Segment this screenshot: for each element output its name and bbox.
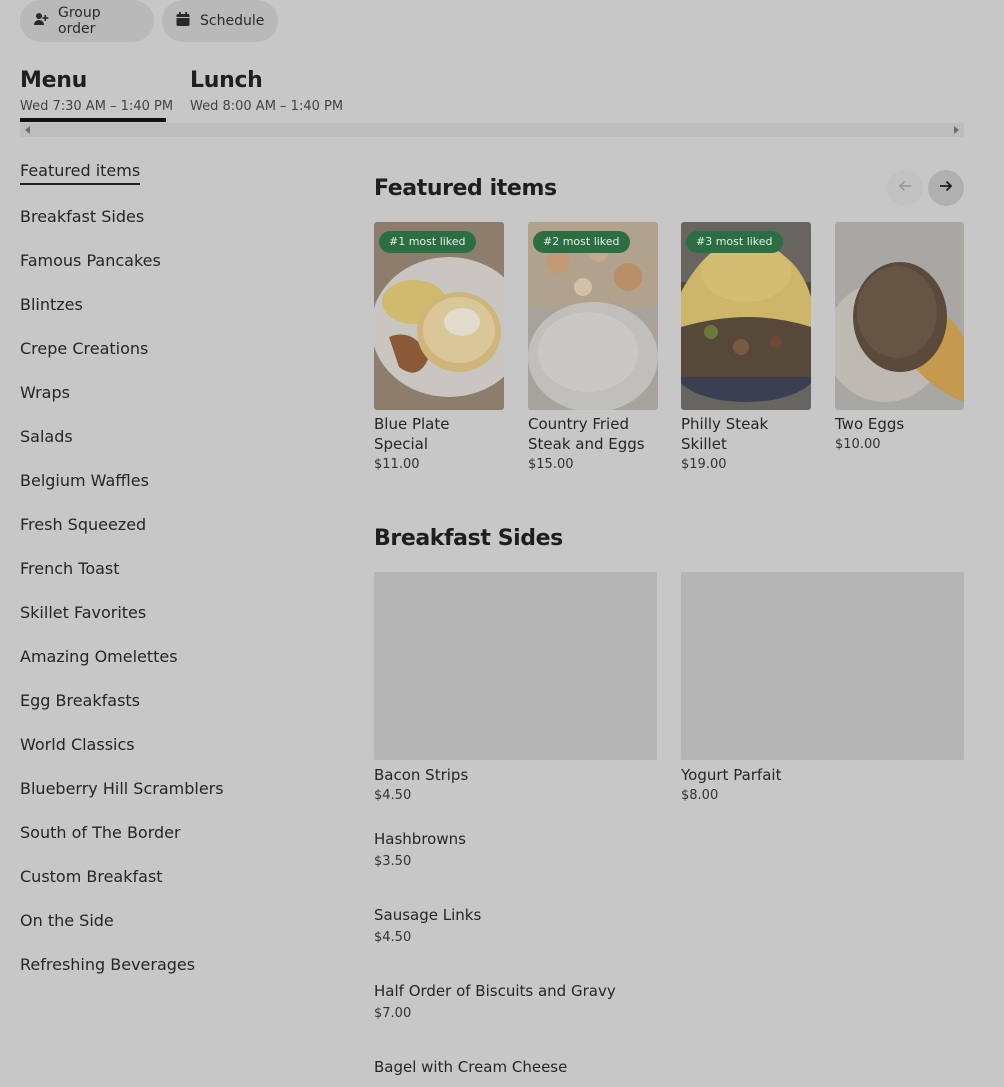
schedule-button[interactable]: Schedule — [162, 0, 278, 42]
item-name: Sausage Links — [374, 906, 482, 924]
most-liked-badge: #3 most liked — [686, 231, 783, 253]
item-name: Half Order of Biscuits and Gravy — [374, 982, 616, 1000]
item-name: Bagel with Cream Cheese — [374, 1058, 568, 1076]
menu-list-item[interactable]: Half Order of Biscuits and Gravy $7.00 — [374, 981, 616, 1021]
scroll-right-icon[interactable] — [954, 126, 959, 134]
item-price: $4.50 — [374, 788, 412, 803]
sidebar-item-egg-breakfasts[interactable]: Egg Breakfasts — [20, 691, 140, 711]
sidebar-item-amazing-omelettes[interactable]: Amazing Omelettes — [20, 647, 178, 667]
breakfast-sides-heading: Breakfast Sides — [374, 526, 563, 551]
arrow-right-icon — [938, 178, 954, 198]
featured-card[interactable]: #1 most liked Blue Plate Special $11.00 — [374, 222, 504, 472]
item-name: Yogurt Parfait — [681, 766, 782, 784]
carousel-next-button[interactable] — [928, 170, 964, 206]
food-image — [835, 222, 964, 410]
menu-item-tile[interactable]: Bacon Strips $4.50 — [374, 572, 657, 803]
group-order-button[interactable]: Group order — [20, 0, 154, 42]
person-plus-icon — [33, 11, 49, 31]
item-price: $19.00 — [681, 457, 727, 472]
item-price: $10.00 — [835, 437, 881, 452]
menu-tab-lunch[interactable]: Lunch Wed 8:00 AM – 1:40 PM — [190, 66, 343, 114]
item-price: $7.00 — [374, 1006, 412, 1021]
menu-list-item[interactable]: Sausage Links $4.50 — [374, 905, 481, 945]
calendar-icon — [175, 11, 191, 31]
most-liked-badge: #1 most liked — [379, 231, 476, 253]
sidebar-item-belgium-waffles[interactable]: Belgium Waffles — [20, 471, 149, 491]
sidebar-item-breakfast-sides[interactable]: Breakfast Sides — [20, 207, 144, 227]
sidebar-item-south-of-the-border[interactable]: South of The Border — [20, 823, 181, 843]
food-image: #1 most liked — [374, 222, 504, 410]
scroll-left-icon[interactable] — [25, 126, 30, 134]
food-image: #2 most liked — [528, 222, 658, 410]
sidebar-item-refreshing-beverages[interactable]: Refreshing Beverages — [20, 955, 195, 975]
item-name: Blue Plate Special — [374, 415, 450, 453]
item-price: $8.00 — [681, 788, 719, 803]
item-image-placeholder — [681, 572, 964, 760]
menu-title: Menu — [20, 68, 87, 93]
sidebar-item-world-classics[interactable]: World Classics — [20, 735, 135, 755]
active-tab-indicator — [20, 118, 166, 122]
arrow-left-icon — [897, 178, 913, 198]
menu-item-tile[interactable]: Yogurt Parfait $8.00 — [681, 572, 964, 803]
menu-hours: Wed 7:30 AM – 1:40 PM — [20, 99, 174, 114]
lunch-title: Lunch — [190, 68, 263, 93]
item-name: Bacon Strips — [374, 766, 469, 784]
item-price: $4.50 — [374, 930, 412, 945]
sidebar-item-skillet-favorites[interactable]: Skillet Favorites — [20, 603, 146, 623]
menu-list-item[interactable]: Hashbrowns $3.50 — [374, 829, 466, 869]
sidebar-item-salads[interactable]: Salads — [20, 427, 73, 447]
item-price: $11.00 — [374, 457, 420, 472]
lunch-hours: Wed 8:00 AM – 1:40 PM — [190, 99, 344, 114]
sidebar-item-wraps[interactable]: Wraps — [20, 383, 70, 403]
sidebar-item-blintzes[interactable]: Blintzes — [20, 295, 83, 315]
sidebar-item-crepe-creations[interactable]: Crepe Creations — [20, 339, 148, 359]
sidebar-item-blueberry-hill-scramblers[interactable]: Blueberry Hill Scramblers — [20, 779, 224, 799]
item-name: Philly Steak Skillet — [681, 415, 769, 453]
item-name: Two Eggs — [835, 415, 905, 433]
horizontal-scrollbar[interactable] — [20, 123, 964, 137]
sidebar-item-custom-breakfast[interactable]: Custom Breakfast — [20, 867, 163, 887]
item-name: Country Fried Steak and Eggs — [528, 415, 645, 453]
sidebar-item-featured-items[interactable]: Featured items — [20, 161, 141, 185]
group-order-label: Group order — [58, 5, 101, 37]
featured-card[interactable]: Two Eggs $10.00 — [835, 222, 964, 452]
item-price: $3.50 — [374, 854, 412, 869]
item-name: Hashbrowns — [374, 830, 466, 848]
sidebar-item-french-toast[interactable]: French Toast — [20, 559, 120, 579]
food-image: #3 most liked — [681, 222, 811, 410]
menu-tab-menu[interactable]: Menu Wed 7:30 AM – 1:40 PM — [20, 66, 173, 114]
item-price: $15.00 — [528, 457, 574, 472]
sidebar-item-on-the-side[interactable]: On the Side — [20, 911, 114, 931]
featured-card[interactable]: #2 most liked Country Fried Steak and Eg… — [528, 222, 658, 472]
item-image-placeholder — [374, 572, 657, 760]
menu-list-item[interactable]: Bagel with Cream Cheese — [374, 1057, 567, 1082]
carousel-prev-button[interactable] — [887, 170, 923, 206]
featured-items-heading: Featured items — [374, 176, 557, 201]
featured-card[interactable]: #3 most liked Philly Steak Skillet $19.0… — [681, 222, 811, 472]
sidebar-item-famous-pancakes[interactable]: Famous Pancakes — [20, 251, 161, 271]
most-liked-badge: #2 most liked — [533, 231, 630, 253]
sidebar-item-fresh-squeezed[interactable]: Fresh Squeezed — [20, 515, 146, 535]
schedule-label: Schedule — [200, 13, 265, 29]
